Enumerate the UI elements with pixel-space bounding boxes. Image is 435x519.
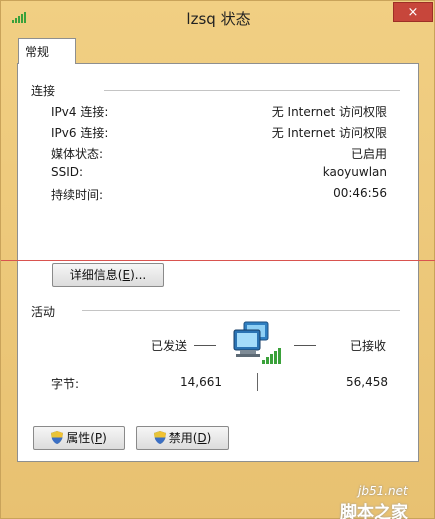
media-state-label: 媒体状态: (51, 147, 104, 161)
disable-button-accel: D (197, 431, 207, 445)
status-window: lzsq 状态 × 常规 连接 IPv4 连接: 无 Internet 访问权限… (0, 0, 435, 519)
media-state-value: 已启用 (350, 147, 387, 161)
close-button[interactable]: × (393, 2, 433, 22)
properties-button-prefix: 属性( (66, 431, 95, 445)
ipv4-label: IPv4 连接: (51, 105, 109, 119)
general-panel: 连接 IPv4 连接: 无 Internet 访问权限 IPv6 连接: 无 I… (17, 63, 419, 462)
duration-value: 00:46:56 (333, 186, 387, 200)
watermark-site: jb51.net (358, 484, 408, 498)
bytes-received-value: 56,458 (346, 375, 388, 389)
ssid-label: SSID: (51, 165, 84, 179)
network-computers-icon (233, 321, 281, 364)
bytes-sent-value: 14,661 (180, 375, 222, 389)
duration-label: 持续时间: (51, 188, 104, 202)
details-button-suffix: )... (130, 268, 147, 282)
details-button[interactable]: 详细信息(E)... (52, 263, 164, 287)
connection-divider (104, 90, 400, 91)
watermark-brand: 脚本之家 (340, 503, 408, 519)
received-dash (294, 345, 316, 346)
annotation-red-line (1, 260, 435, 261)
uac-shield-icon (153, 431, 166, 444)
disable-button-suffix: ) (206, 431, 212, 445)
ssid-value: kaoyuwlan (322, 165, 387, 179)
bytes-label: 字节: (51, 377, 80, 391)
title-bar[interactable]: lzsq 状态 × (1, 1, 435, 35)
activity-vertical-divider (257, 373, 258, 391)
details-button-accel: E (122, 268, 131, 282)
ipv6-label: IPv6 连接: (51, 126, 109, 140)
received-label: 已接收 (350, 339, 387, 353)
sent-dash (194, 345, 216, 346)
activity-divider (82, 310, 400, 311)
tab-general[interactable]: 常规 (18, 38, 76, 64)
properties-button-suffix: ) (102, 431, 107, 445)
disable-button-prefix: 禁用( (168, 431, 198, 445)
activity-group-title: 活动 (31, 305, 56, 319)
disable-button[interactable]: 禁用(D) (136, 426, 229, 450)
connection-group-title: 连接 (31, 84, 56, 98)
properties-button[interactable]: 属性(P) (33, 426, 125, 450)
sent-label: 已发送 (151, 339, 188, 353)
window-title: lzsq 状态 (186, 10, 251, 28)
details-button-prefix: 详细信息( (69, 268, 123, 282)
uac-shield-icon (51, 431, 64, 444)
ipv6-value: 无 Internet 访问权限 (271, 126, 387, 140)
ipv4-value: 无 Internet 访问权限 (271, 105, 387, 119)
